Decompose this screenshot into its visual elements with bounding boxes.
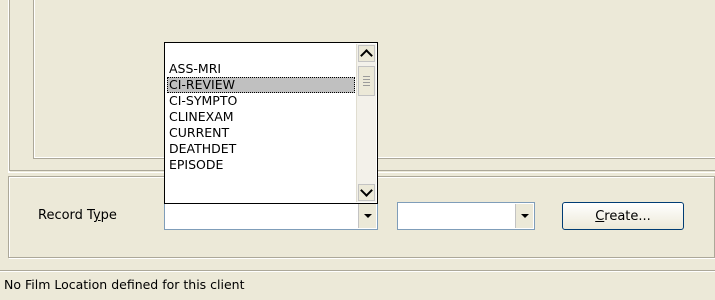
secondary-dropdown-button[interactable]: [515, 204, 533, 228]
secondary-combobox[interactable]: [397, 202, 535, 230]
chevron-down-icon: [360, 184, 373, 197]
list-item[interactable]: DEATHDET: [167, 141, 355, 157]
list-item[interactable]: CI-SYMPTO: [167, 93, 355, 109]
chevron-up-icon: [360, 49, 373, 62]
dropdown-scrollbar[interactable]: [356, 44, 376, 202]
record-type-dropdown-button[interactable]: [358, 204, 376, 228]
dropdown-arrow-icon: [520, 214, 529, 218]
dropdown-items: ASS-MRI CI-REVIEW CI-SYMPTO CLINEXAM CUR…: [167, 61, 355, 173]
create-button-label: Create...: [595, 208, 651, 224]
status-text: No Film Location defined for this client: [4, 277, 245, 292]
grip-line: [363, 82, 370, 83]
grip-line: [363, 79, 370, 80]
record-type-dropdown-list[interactable]: ASS-MRI CI-REVIEW CI-SYMPTO CLINEXAM CUR…: [164, 42, 378, 204]
scroll-up-button[interactable]: [358, 45, 375, 62]
list-item[interactable]: EPISODE: [167, 157, 355, 173]
grip-line: [363, 76, 370, 77]
scroll-thumb[interactable]: [358, 66, 375, 96]
record-type-combobox[interactable]: [164, 202, 378, 230]
grip-line: [363, 85, 370, 86]
list-item-selected[interactable]: CI-REVIEW: [167, 77, 355, 93]
list-item[interactable]: CLINEXAM: [167, 109, 355, 125]
dropdown-arrow-icon: [363, 214, 372, 218]
list-item[interactable]: ASS-MRI: [167, 61, 355, 77]
record-type-label: Record Type: [38, 208, 117, 223]
list-item[interactable]: CURRENT: [167, 125, 355, 141]
create-button[interactable]: Create...: [562, 202, 684, 230]
scroll-down-button[interactable]: [358, 184, 375, 201]
